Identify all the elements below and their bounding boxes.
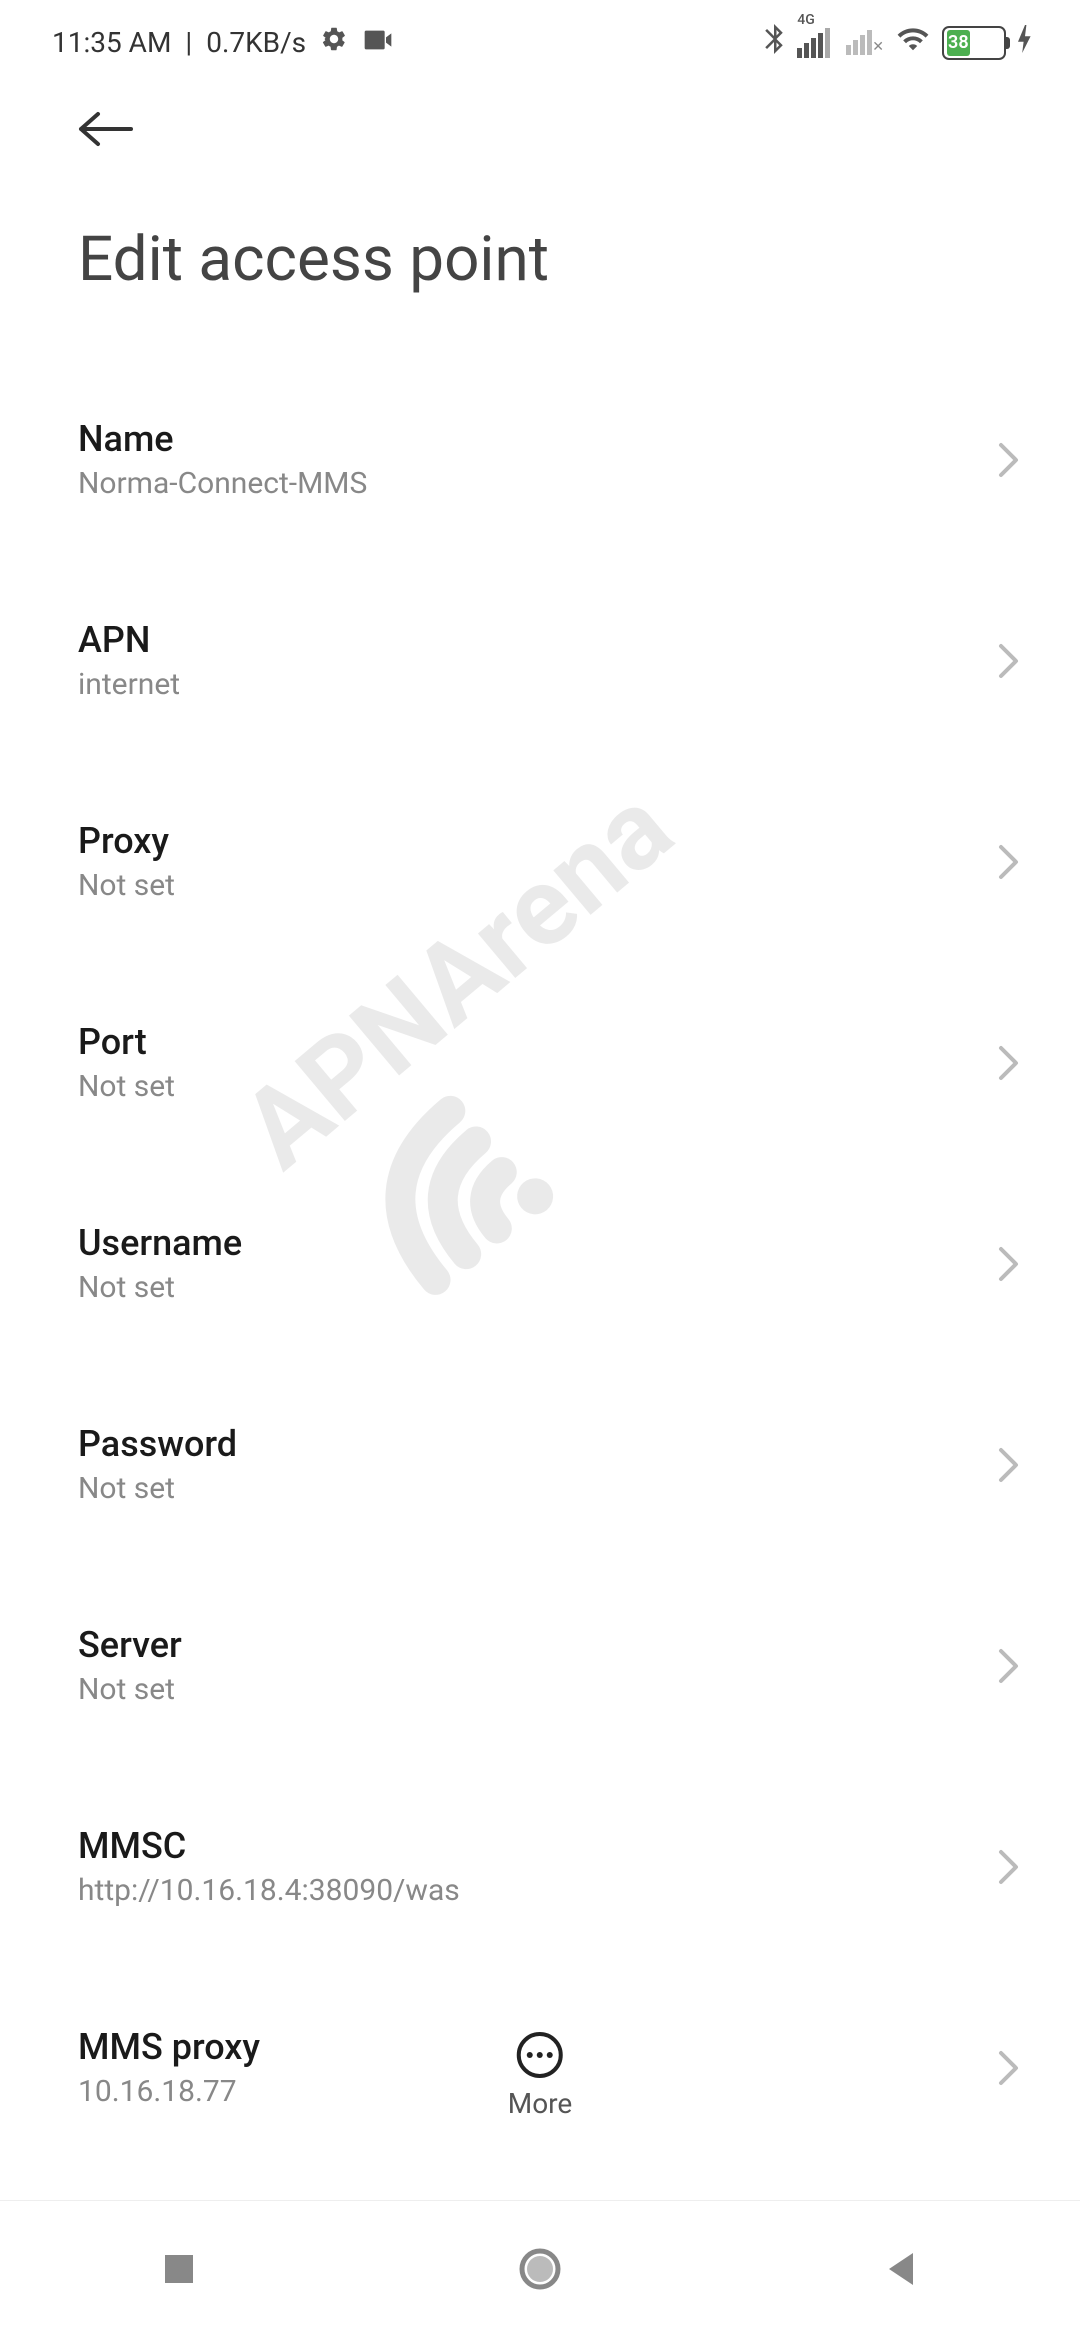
status-time: 11:35 AM (52, 26, 171, 59)
charging-icon (1018, 25, 1032, 60)
setting-label: Username (78, 1222, 998, 1264)
setting-name[interactable]: Name Norma-Connect-MMS (78, 386, 1020, 533)
chevron-right-icon (998, 1246, 1020, 1282)
status-bar: 11:35 AM | 0.7KB/s 4G ✕ (0, 0, 1080, 73)
back-button[interactable] (0, 73, 1080, 153)
setting-server[interactable]: Server Not set (78, 1592, 1020, 1739)
setting-apn[interactable]: APN internet (78, 587, 1020, 734)
setting-label: APN (78, 619, 998, 661)
nav-home-button[interactable] (518, 2247, 562, 2295)
more-button[interactable]: More (508, 2031, 573, 2120)
setting-label: Proxy (78, 820, 998, 862)
nav-back-button[interactable] (883, 2249, 919, 2293)
signal-4g-icon: 4G (797, 28, 830, 58)
setting-value: Not set (78, 868, 998, 903)
navigation-bar (0, 2200, 1080, 2340)
circle-icon (518, 2247, 562, 2291)
setting-value: Norma-Connect-MMS (78, 466, 998, 501)
signal-none-icon: ✕ (846, 30, 884, 55)
setting-value: http://10.16.18.4:38090/was (78, 1873, 998, 1908)
setting-label: MMSC (78, 1825, 998, 1867)
triangle-left-icon (883, 2249, 919, 2289)
setting-value: Not set (78, 1471, 998, 1506)
chevron-right-icon (998, 643, 1020, 679)
setting-label: Port (78, 1021, 998, 1063)
status-netspeed: 0.7KB/s (206, 26, 306, 59)
chevron-right-icon (998, 1849, 1020, 1885)
camera-icon (362, 26, 394, 59)
setting-value: Not set (78, 1069, 998, 1104)
chevron-right-icon (998, 1045, 1020, 1081)
chevron-right-icon (998, 1648, 1020, 1684)
gear-icon (320, 25, 348, 60)
setting-value: Not set (78, 1270, 998, 1305)
battery-icon: 38 (942, 26, 1006, 60)
nav-recents-button[interactable] (161, 2251, 197, 2291)
setting-value: internet (78, 667, 998, 702)
setting-label: Password (78, 1423, 998, 1465)
setting-password[interactable]: Password Not set (78, 1391, 1020, 1538)
chevron-right-icon (998, 2050, 1020, 2086)
setting-username[interactable]: Username Not set (78, 1190, 1020, 1337)
setting-port[interactable]: Port Not set (78, 989, 1020, 1136)
setting-label: Name (78, 418, 998, 460)
wifi-icon (896, 25, 930, 60)
chevron-right-icon (998, 844, 1020, 880)
bluetooth-icon (763, 24, 785, 61)
page-title: Edit access point (0, 153, 1080, 296)
status-separator: | (185, 26, 192, 59)
setting-value: Not set (78, 1672, 998, 1707)
settings-list: Name Norma-Connect-MMS APN internet Prox… (0, 296, 1080, 2141)
more-horizontal-icon (516, 2031, 564, 2079)
arrow-left-icon (76, 109, 136, 149)
chevron-right-icon (998, 442, 1020, 478)
setting-mmsc[interactable]: MMSC http://10.16.18.4:38090/was (78, 1793, 1020, 1940)
chevron-right-icon (998, 1447, 1020, 1483)
square-icon (161, 2251, 197, 2287)
setting-proxy[interactable]: Proxy Not set (78, 788, 1020, 935)
setting-label: Server (78, 1624, 998, 1666)
more-label: More (508, 2087, 573, 2120)
